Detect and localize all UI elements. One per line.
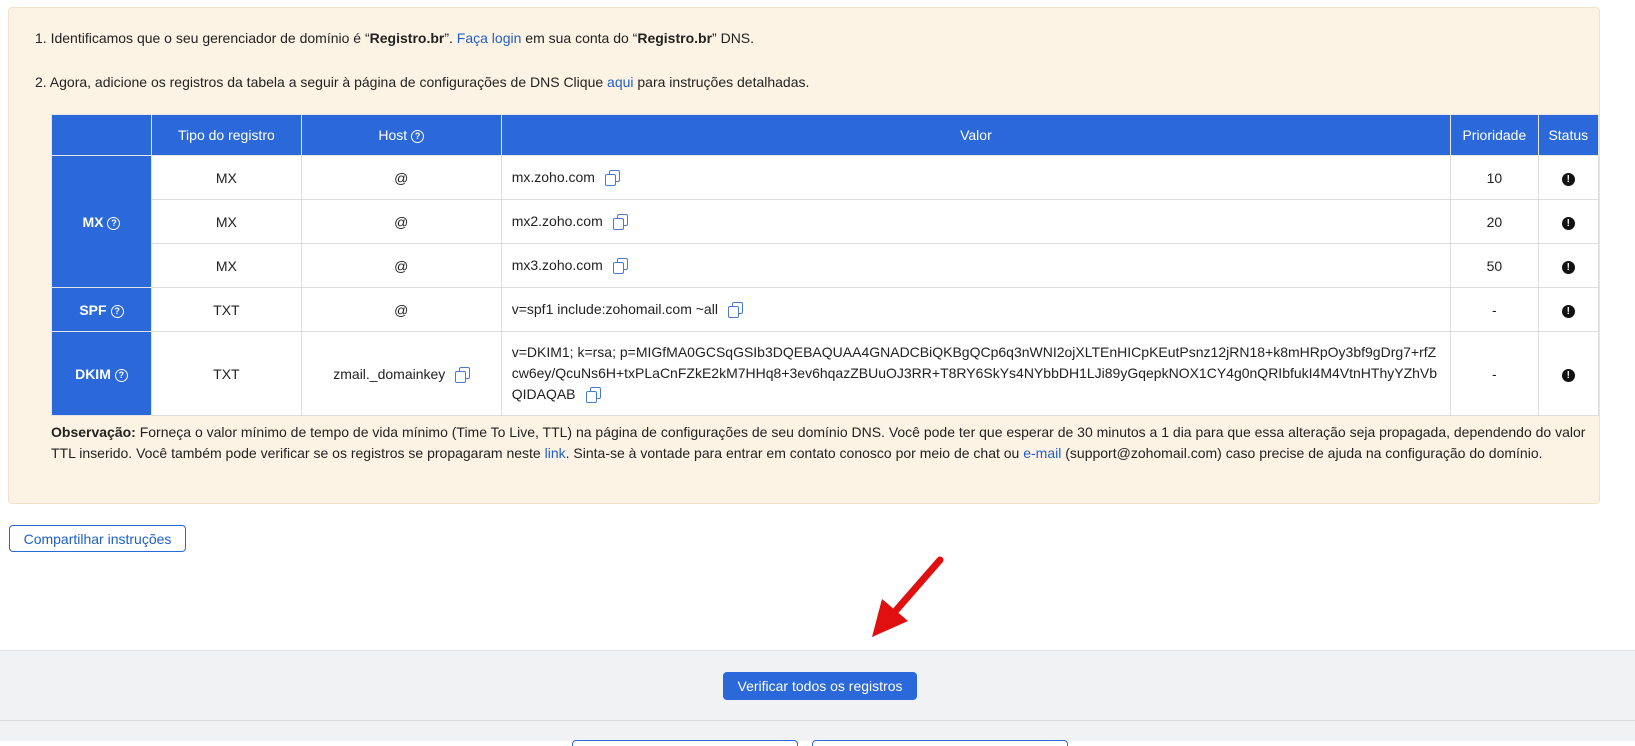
footer-bar: Verificar todos os registros [0, 650, 1635, 746]
copy-icon[interactable] [612, 214, 628, 230]
verify-all-records-button[interactable]: Verificar todos os registros [723, 672, 917, 700]
instructions-here-link[interactable]: aqui [607, 74, 633, 90]
record-host: zmail._domainkey [300, 331, 502, 416]
record-value-text[interactable]: v=spf1 include:zohomail.com ~all [512, 301, 718, 317]
ttl-note: Observação: Forneça o valor mínimo de te… [51, 422, 1599, 464]
divider [0, 720, 1635, 721]
record-value: mx.zoho.com [500, 155, 1452, 200]
record-type: TXT [150, 287, 302, 332]
exclamation-circle-icon[interactable]: ! [1561, 173, 1575, 186]
record-priority: - [1450, 287, 1539, 332]
step-1-text-suffix: ” DNS. [712, 30, 755, 46]
record-status: ! [1537, 243, 1600, 288]
registrar-name: Registro.br [369, 30, 445, 46]
record-value-text[interactable]: mx3.zoho.com [512, 257, 603, 273]
propagation-check-link[interactable]: link [545, 445, 566, 461]
step-2-text: 2. Agora, adicione os registros da tabel… [35, 74, 608, 90]
category-dkim-label: DKIM [75, 365, 111, 382]
header-host-label: Host [378, 127, 408, 143]
table-row: SPF? TXT @ v=spf1 include:zohomail.com ~… [51, 287, 1600, 332]
record-value-text[interactable]: mx2.zoho.com [512, 213, 603, 229]
copy-icon[interactable] [585, 387, 601, 403]
red-arrow-pointer [872, 556, 944, 637]
step-1-text-after: em sua conta do “ [521, 30, 638, 46]
record-host-text[interactable]: zmail._domainkey [333, 366, 445, 382]
help-icon[interactable]: ? [411, 130, 425, 143]
table-row: MX @ mx3.zoho.com 50 ! [52, 243, 1600, 288]
record-status: ! [1537, 331, 1600, 416]
exclamation-circle-icon[interactable]: ! [1561, 305, 1575, 318]
exclamation-circle-icon[interactable]: ! [1561, 217, 1575, 230]
registrar-name-2: Registro.br [637, 30, 713, 46]
help-icon[interactable]: ? [110, 304, 124, 318]
instructions-panel: 1. Identificamos que o seu gerenciador d… [8, 7, 1600, 504]
step-1: 1. Identificamos que o seu gerenciador d… [35, 28, 754, 48]
header-category [51, 114, 152, 156]
table-header-row: Tipo do registro Host? Valor Prioridade … [51, 114, 1600, 156]
header-priority: Prioridade [1450, 114, 1539, 156]
record-host: @ [300, 243, 502, 288]
category-spf-label: SPF [79, 301, 107, 318]
step-1-text-mid: ”. [444, 30, 457, 46]
record-host: @ [300, 199, 502, 244]
login-link[interactable]: Faça login [457, 30, 522, 46]
step-1-text: 1. Identificamos que o seu gerenciador d… [35, 30, 370, 46]
email-link[interactable]: e-mail [1023, 445, 1061, 461]
record-status: ! [1537, 287, 1600, 332]
record-priority: 10 [1450, 155, 1539, 200]
record-priority: 50 [1450, 243, 1539, 288]
dns-records-table: Tipo do registro Host? Valor Prioridade … [51, 114, 1600, 416]
exclamation-circle-icon[interactable]: ! [1561, 369, 1575, 382]
help-icon[interactable]: ? [114, 368, 128, 382]
record-type: MX [150, 155, 302, 200]
record-host: @ [300, 287, 502, 332]
copy-icon[interactable] [727, 302, 743, 318]
header-host: Host? [300, 114, 502, 156]
category-spf: SPF? [51, 287, 152, 332]
header-type: Tipo do registro [150, 114, 302, 156]
note-label: Observação: [51, 424, 136, 440]
record-host: @ [300, 155, 502, 200]
note-text-2: . Sinta-se à vontade para entrar em cont… [565, 445, 1024, 461]
record-status: ! [1537, 199, 1600, 244]
record-type: MX [150, 243, 302, 288]
step-2-text-suffix: para instruções detalhadas. [633, 74, 810, 90]
record-priority: 20 [1450, 199, 1539, 244]
step-2: 2. Agora, adicione os registros da tabel… [35, 72, 809, 92]
category-mx: MX? [51, 155, 152, 288]
record-value-text[interactable]: mx.zoho.com [512, 169, 595, 185]
exclamation-circle-icon[interactable]: ! [1561, 261, 1575, 274]
record-type: TXT [150, 331, 302, 416]
record-priority: - [1450, 331, 1539, 416]
record-value: v=spf1 include:zohomail.com ~all [500, 287, 1452, 332]
copy-icon[interactable] [604, 170, 620, 186]
header-value: Valor [500, 114, 1452, 156]
record-value: mx3.zoho.com [500, 243, 1452, 288]
record-value-text[interactable]: v=DKIM1; k=rsa; p=MIGfMA0GCSqGSIb3DQEBAQ… [512, 344, 1437, 402]
header-status: Status [1537, 114, 1600, 156]
record-type: MX [150, 199, 302, 244]
table-row: MX? MX @ mx.zoho.com 10 ! [51, 155, 1600, 288]
category-dkim: DKIM? [51, 331, 152, 416]
record-status: ! [1537, 155, 1600, 200]
note-text-3: (support@zohomail.com) caso precise de a… [1061, 445, 1543, 461]
record-value: mx2.zoho.com [500, 199, 1452, 244]
category-mx-label: MX [82, 213, 104, 230]
table-row: DKIM? TXT zmail._domainkey v=DKIM1; k=rs… [51, 331, 1600, 416]
copy-icon[interactable] [455, 366, 471, 383]
help-icon[interactable]: ? [107, 216, 121, 230]
record-value: v=DKIM1; k=rsa; p=MIGfMA0GCSqGSIb3DQEBAQ… [500, 331, 1452, 416]
share-instructions-button[interactable]: Compartilhar instruções [9, 525, 186, 552]
copy-icon[interactable] [612, 258, 628, 274]
table-row: MX @ mx2.zoho.com 20 ! [52, 199, 1600, 244]
